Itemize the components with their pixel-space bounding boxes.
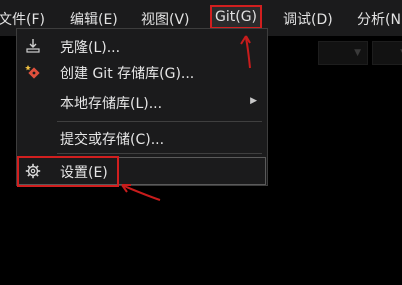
menu-analyze[interactable]: 分析(N <box>357 9 401 29</box>
menu-edit[interactable]: 编辑(E) <box>70 9 118 29</box>
menu-item-label: 创建 Git 存储库(G)... <box>60 66 195 82</box>
download-icon <box>25 38 41 54</box>
chevron-down-icon: ▼ <box>354 48 361 58</box>
menu-view[interactable]: 视图(V) <box>141 9 190 29</box>
menu-file[interactable]: 文件(F) <box>0 9 45 29</box>
git-diamond-icon <box>25 64 41 80</box>
menu-item-label: 提交或存储(C)... <box>60 132 165 148</box>
menu-item-label: 克隆(L)... <box>60 40 121 56</box>
annotation-box <box>17 156 119 187</box>
menu-item-local-repos[interactable]: 本地存储库(L)... ▶ <box>17 89 267 115</box>
chevron-right-icon: ▶ <box>250 96 257 106</box>
annotation-arrow-icon <box>240 35 251 69</box>
menu-git[interactable]: Git(G) <box>210 5 262 29</box>
toolbar-dropdown[interactable]: ▼ <box>318 41 368 65</box>
menu-separator <box>57 121 262 122</box>
toolbar-dropdown[interactable]: ▼ <box>372 41 402 65</box>
menu-item-clone[interactable]: 克隆(L)... <box>17 33 267 59</box>
menu-item-label: 本地存储库(L)... <box>60 96 163 112</box>
menu-item-create-repo[interactable]: 创建 Git 存储库(G)... <box>17 59 267 85</box>
menu-item-commit-stash[interactable]: 提交或存储(C)... <box>17 125 267 151</box>
annotation-arrow-icon <box>121 184 161 201</box>
menu-debug[interactable]: 调试(D) <box>283 9 333 29</box>
menu-separator <box>57 153 262 154</box>
